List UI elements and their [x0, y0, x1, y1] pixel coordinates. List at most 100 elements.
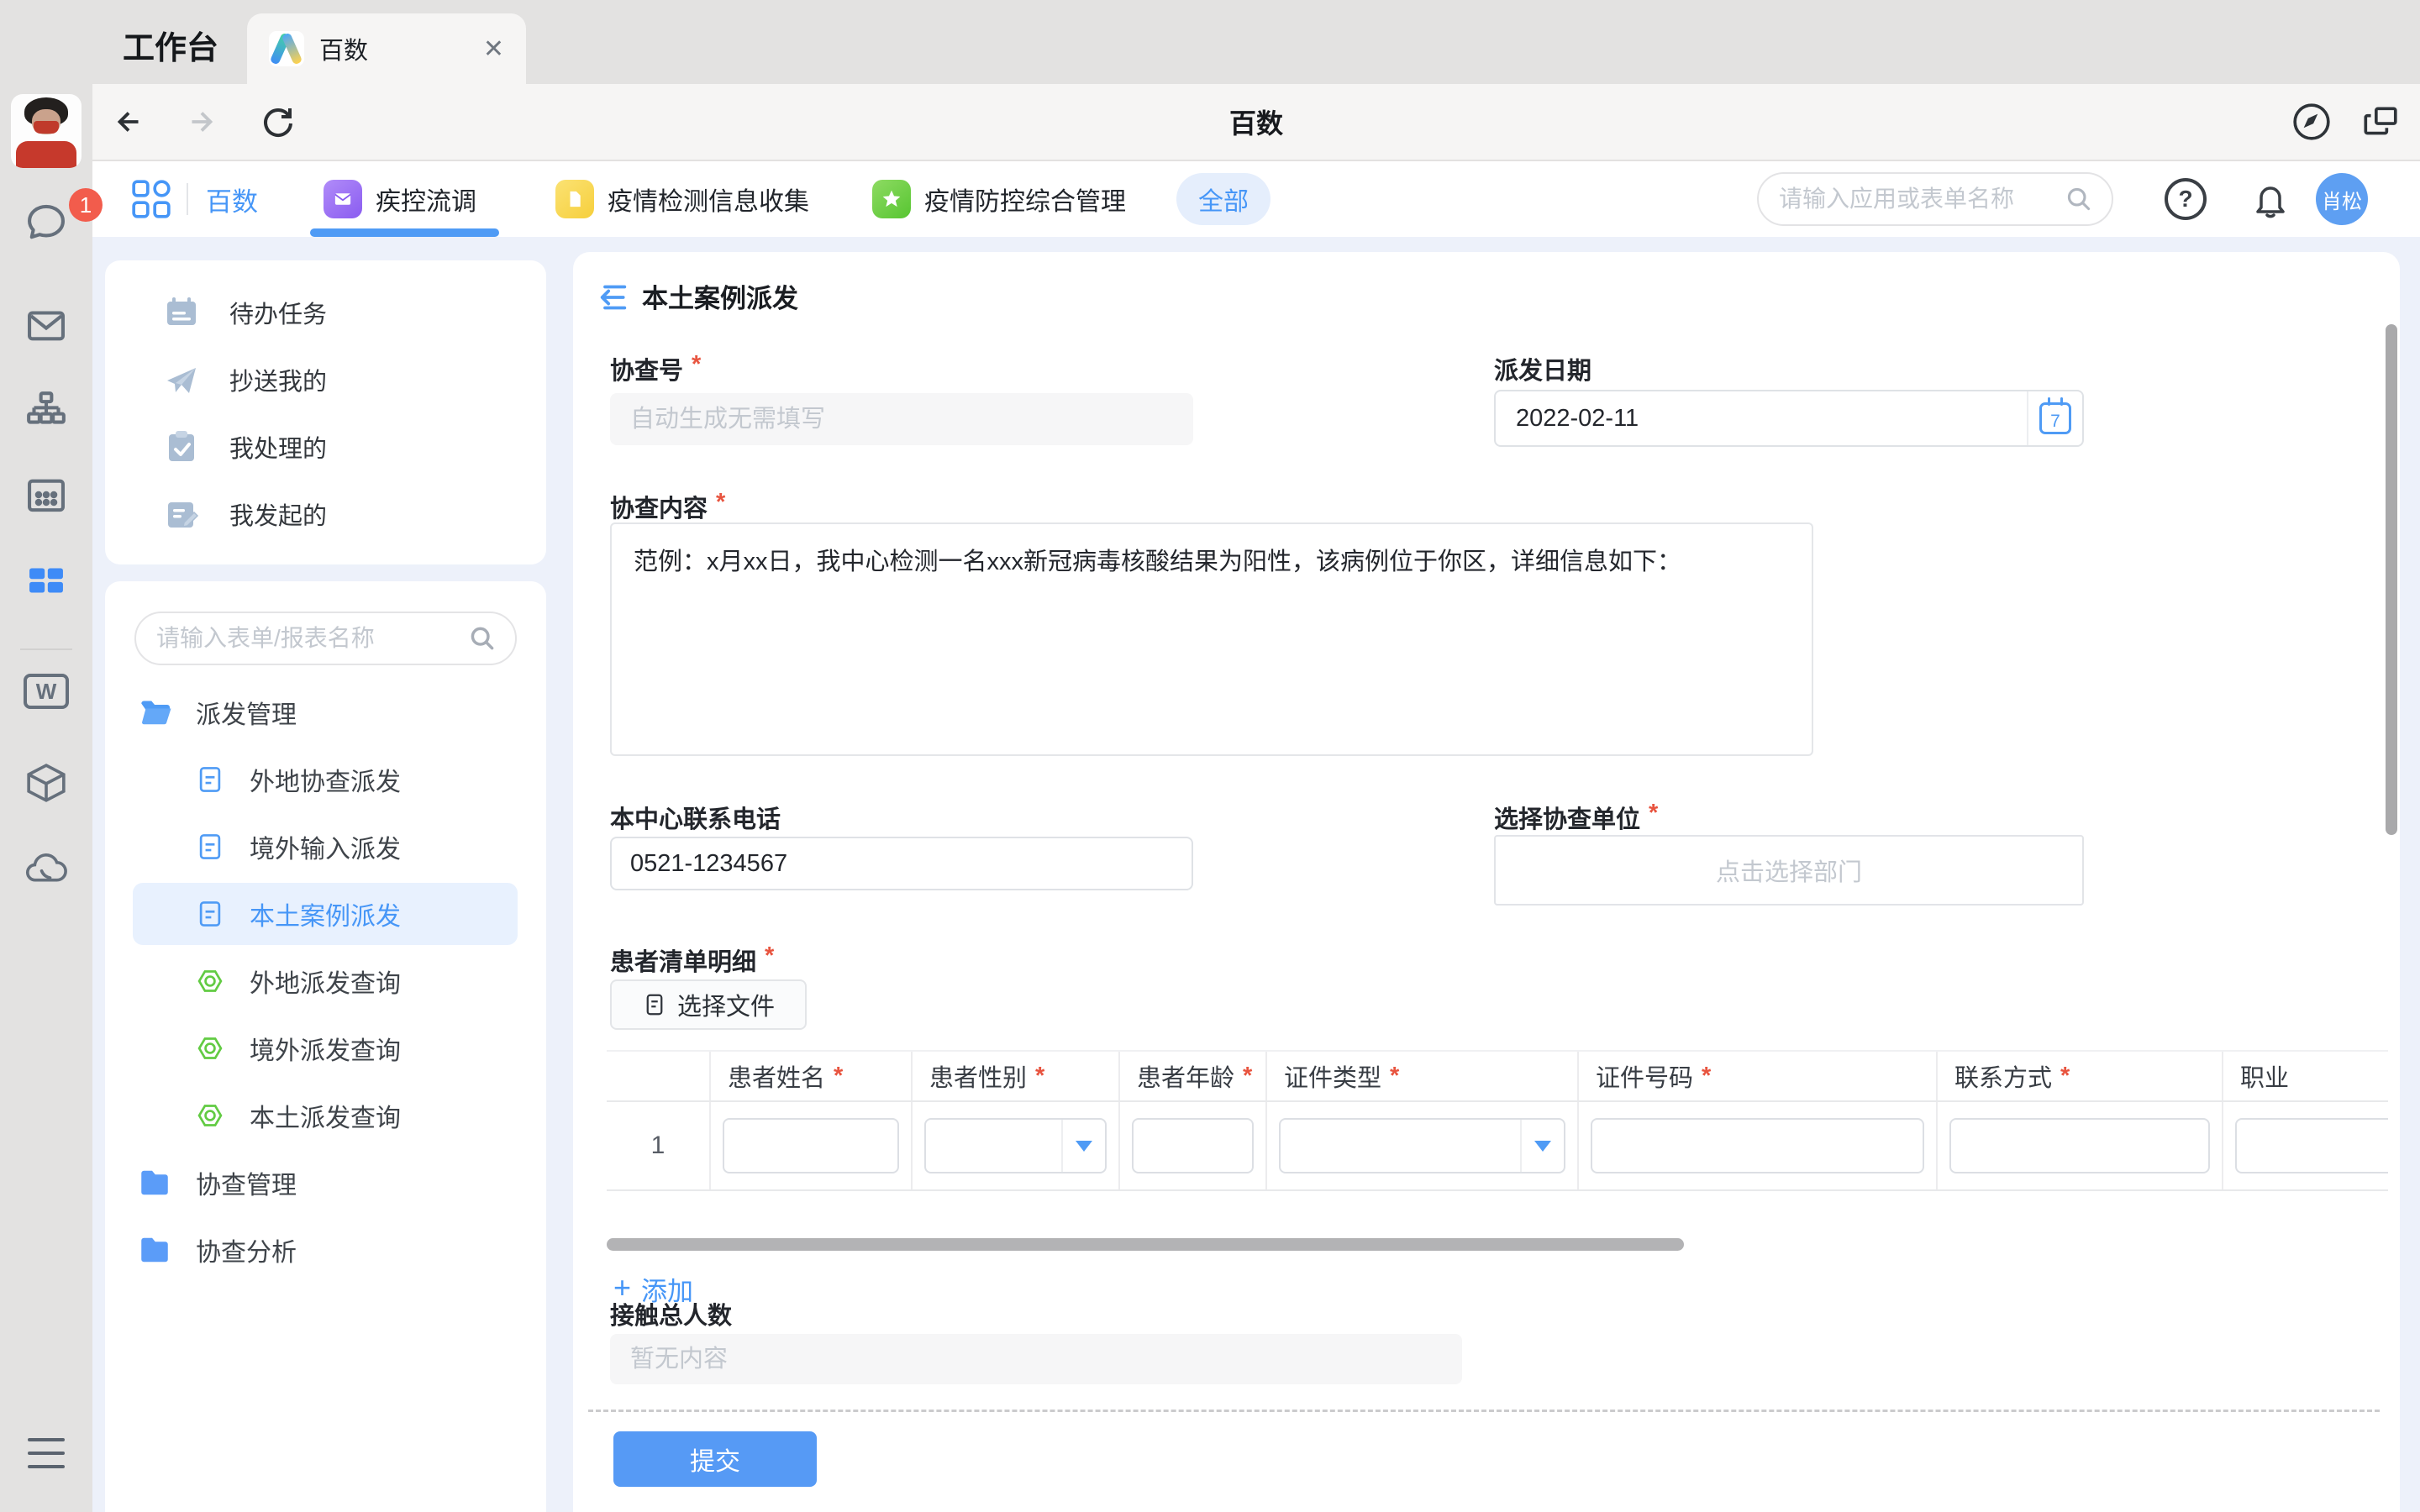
- quick-item-todo[interactable]: 待办任务: [105, 279, 546, 346]
- close-tab-icon[interactable]: ✕: [483, 34, 504, 64]
- cube-icon[interactable]: [22, 759, 71, 807]
- doc-icon: [194, 831, 226, 863]
- tree-item-dispatch-mgmt[interactable]: 派发管理: [105, 679, 546, 746]
- quick-item-cc[interactable]: 抄送我的: [105, 346, 546, 413]
- paper-plane-icon: [162, 360, 201, 399]
- select-department-box[interactable]: 点击选择部门: [1494, 835, 2084, 906]
- field-label-content: 协查内容*: [610, 489, 725, 524]
- nav-all-button[interactable]: 全部: [1176, 173, 1270, 225]
- chat-icon[interactable]: 1: [22, 198, 71, 247]
- tree-item-bentu-query[interactable]: 本土派发查询: [105, 1082, 546, 1149]
- quick-item-initiated[interactable]: 我发起的: [105, 480, 546, 548]
- nav-tab-yiqingfangkong[interactable]: 疫情防控综合管理: [872, 161, 1126, 237]
- tree-item-label: 外地派发查询: [250, 963, 401, 1000]
- header-occupation: 职业: [2223, 1052, 2388, 1100]
- app-search-input[interactable]: [1777, 185, 2065, 213]
- form-tree-panel: 派发管理 外地协查派发 境外输入派发 本土案例派发 外地派发查询 境外派发查询: [105, 581, 546, 1512]
- patient-age-input[interactable]: [1132, 1118, 1254, 1173]
- compass-icon[interactable]: [2291, 102, 2332, 142]
- form-search[interactable]: [134, 612, 517, 665]
- nav-tab-label: 疾控流调: [376, 181, 476, 218]
- hamburger-menu-icon[interactable]: [28, 1438, 65, 1468]
- tree-item-label: 协查分析: [196, 1231, 297, 1268]
- patient-gender-select[interactable]: [924, 1118, 1107, 1173]
- calendar-icon: 7: [2039, 402, 2071, 434]
- tree-item-xiecha-mgmt[interactable]: 协查管理: [105, 1149, 546, 1216]
- mail-icon[interactable]: [22, 301, 71, 349]
- form-search-input[interactable]: [155, 624, 468, 653]
- app-icon-yellow: [555, 180, 594, 218]
- choose-file-button[interactable]: 选择文件: [610, 979, 807, 1030]
- doc-icon: [194, 898, 226, 930]
- docs-icon[interactable]: W: [24, 674, 69, 709]
- tree-item-bentu-anli[interactable]: 本土案例派发: [105, 880, 546, 948]
- search-icon: [468, 624, 497, 653]
- query-hexagon-icon: [194, 965, 226, 997]
- header-age: 患者年龄*: [1120, 1052, 1267, 1100]
- todo-calendar-icon: [162, 293, 201, 332]
- help-icon[interactable]: ?: [2165, 178, 2207, 220]
- field-label-contacts: 接触总人数: [610, 1296, 740, 1331]
- tree-item-xiecha-analysis[interactable]: 协查分析: [105, 1216, 546, 1284]
- dispatch-date-input[interactable]: [1496, 405, 2027, 433]
- submit-button[interactable]: 提交: [613, 1431, 817, 1487]
- occupation-input[interactable]: [2235, 1118, 2388, 1173]
- patient-name-input[interactable]: [723, 1118, 899, 1173]
- row-number: 1: [607, 1102, 711, 1189]
- file-icon: [642, 992, 667, 1017]
- tree-item-label: 境外派发查询: [250, 1030, 401, 1067]
- id-type-select[interactable]: [1279, 1118, 1565, 1173]
- avatar-image: [11, 94, 82, 168]
- forward-icon[interactable]: [182, 103, 219, 140]
- vertical-scrollbar[interactable]: [2386, 324, 2397, 835]
- tab-baishu[interactable]: 百数 ✕: [247, 13, 526, 84]
- horizontal-scrollbar[interactable]: [607, 1238, 1684, 1251]
- quick-item-processed[interactable]: 我处理的: [105, 413, 546, 480]
- user-avatar[interactable]: [11, 94, 82, 168]
- calendar-icon[interactable]: [22, 470, 71, 519]
- baishu-logo-icon: [269, 31, 304, 66]
- tree-item-jingwai-shuru[interactable]: 境外输入派发: [105, 813, 546, 880]
- tree-item-jingwai-query[interactable]: 境外派发查询: [105, 1015, 546, 1082]
- calendar-picker-button[interactable]: 7: [2028, 391, 2082, 445]
- apps-grid-icon[interactable]: [130, 178, 172, 220]
- nav-tab-jikongliudiao[interactable]: 疾控流调: [324, 161, 476, 237]
- app-icon-purple: [324, 180, 362, 218]
- folder-icon: [137, 1165, 172, 1200]
- id-number-input[interactable]: [1591, 1118, 1924, 1173]
- nav-home-baishu[interactable]: 百数: [206, 161, 258, 237]
- content-area: 待办任务 抄送我的 我处理的 我发起的 派发管理 外地协查派发: [92, 237, 2420, 1512]
- content-textarea[interactable]: 范例：x月xx日，我中心检测一名xxx新冠病毒核酸结果为阳性，该病例位于你区，详…: [610, 522, 1813, 756]
- open-window-icon[interactable]: [2360, 102, 2400, 142]
- folder-icon: [137, 1232, 172, 1268]
- chevron-down-icon: [1534, 1141, 1551, 1152]
- user-badge[interactable]: 肖松: [2316, 173, 2368, 225]
- header-rownum: [607, 1052, 711, 1100]
- field-label-patients: 患者清单明细*: [610, 942, 774, 978]
- tree-item-waidi-query[interactable]: 外地派发查询: [105, 948, 546, 1015]
- app-search[interactable]: [1757, 172, 2113, 226]
- contacts-total-input[interactable]: [610, 1334, 1462, 1384]
- back-icon[interactable]: [111, 103, 148, 140]
- contact-input[interactable]: [1949, 1118, 2210, 1173]
- refresh-icon[interactable]: [258, 102, 297, 141]
- field-label-unit: 选择协查单位*: [1494, 800, 1658, 835]
- active-tab-underline: [310, 228, 499, 237]
- notification-bell-icon[interactable]: [2249, 177, 2292, 221]
- header-idnumber: 证件号码*: [1579, 1052, 1938, 1100]
- doc-icon: [194, 764, 226, 795]
- tree-item-waidi-xiecha[interactable]: 外地协查派发: [105, 746, 546, 813]
- org-chart-icon[interactable]: [22, 386, 71, 435]
- collapse-back-icon[interactable]: [597, 281, 630, 314]
- field-label-caseno: 协查号*: [610, 351, 701, 386]
- field-label-phone: 本中心联系电话: [610, 800, 789, 835]
- tree-item-label: 本土派发查询: [250, 1097, 401, 1134]
- nav-tab-yiqingjiance[interactable]: 疫情检测信息收集: [555, 161, 809, 237]
- workbench-grid-icon[interactable]: [22, 556, 71, 605]
- header-name: 患者姓名*: [711, 1052, 913, 1100]
- caseno-input[interactable]: [610, 393, 1193, 445]
- phone-input[interactable]: [610, 837, 1193, 890]
- app-title: 工作台: [123, 22, 218, 68]
- cloud-call-icon[interactable]: [22, 845, 71, 894]
- header-idtype: 证件类型*: [1267, 1052, 1579, 1100]
